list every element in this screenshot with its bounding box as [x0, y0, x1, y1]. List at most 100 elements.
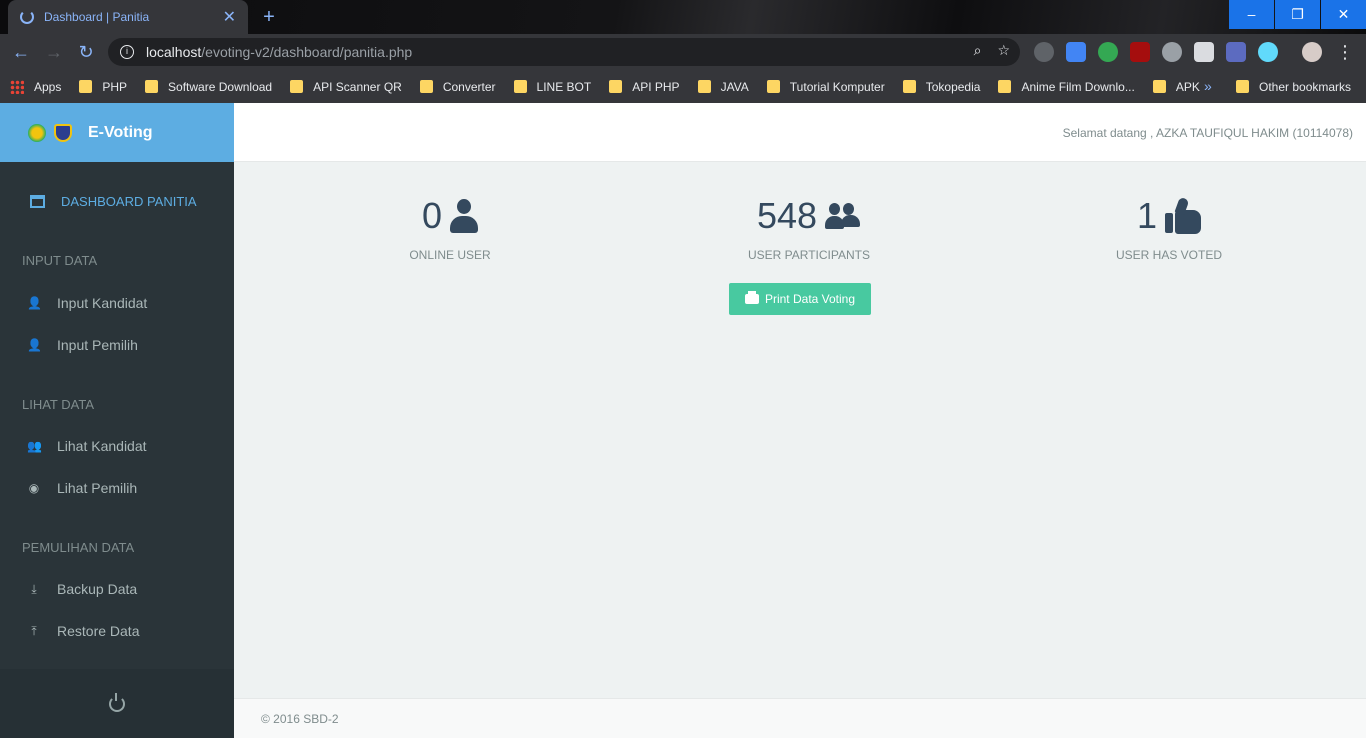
- close-window-button[interactable]: ✕: [1321, 0, 1366, 29]
- bookmark-label: API Scanner QR: [313, 79, 402, 94]
- sidebar-item-label: Input Pemilih: [57, 337, 138, 353]
- bookmark-item[interactable]: Converter: [419, 79, 496, 94]
- bookmark-item[interactable]: API Scanner QR: [290, 80, 402, 94]
- bookmark-item[interactable]: LINE BOT: [513, 79, 592, 94]
- section-title: INPUT DATA: [22, 253, 98, 268]
- folder-icon: [419, 80, 433, 93]
- bookmark-label: API PHP: [632, 79, 680, 94]
- stat-value: 1: [1136, 195, 1158, 236]
- folder-icon: [902, 80, 916, 93]
- close-tab-icon[interactable]: ✕: [223, 7, 236, 27]
- bookmark-item[interactable]: APK: [1152, 80, 1200, 94]
- bookmark-item[interactable]: Tokopedia: [902, 79, 981, 94]
- sidebar-item-input-kandidat[interactable]: 👤 Input Kandidat: [27, 295, 147, 311]
- extension-green-icon[interactable]: [1098, 42, 1118, 62]
- print-icon: [744, 291, 759, 304]
- profile-avatar[interactable]: [1302, 42, 1322, 62]
- sidebar-item-backup[interactable]: ⤓ Backup Data: [27, 581, 137, 597]
- bookmark-item[interactable]: PHP: [79, 80, 127, 94]
- folder-icon: [766, 80, 780, 93]
- folder-icon: [1236, 80, 1249, 93]
- menu-icon[interactable]: ⋮: [1334, 41, 1356, 63]
- bookmark-label: Anime Film Downlo...: [1021, 79, 1135, 94]
- user-icon: [450, 199, 479, 233]
- info-icon[interactable]: i: [120, 45, 134, 59]
- extension-web-icon[interactable]: [1162, 42, 1182, 62]
- upload-icon: ⤒: [31, 623, 37, 638]
- bookmark-apps[interactable]: Apps: [10, 79, 62, 94]
- folder-icon: [609, 80, 623, 93]
- forward-icon[interactable]: →: [43, 41, 65, 63]
- shield-logo-icon: [54, 123, 72, 142]
- stat-value: 0: [421, 195, 443, 236]
- tab-title: Dashboard | Panitia: [44, 10, 150, 24]
- bookmark-item[interactable]: Software Download: [145, 80, 272, 94]
- print-data-voting-button[interactable]: Print Data Voting: [729, 283, 871, 315]
- top-header: Selamat datang , AZKA TAUFIQUL HAKIM (10…: [234, 103, 1366, 162]
- section-title: LIHAT DATA: [22, 397, 94, 412]
- extension-ublock-icon[interactable]: [1130, 42, 1150, 62]
- sidebar-item-lihat-pemilih[interactable]: ◉ Lihat Pemilih: [27, 480, 137, 496]
- stat-label: ONLINE USER: [409, 248, 491, 262]
- sidebar-footer: [0, 669, 234, 738]
- minimize-button[interactable]: –: [1229, 0, 1274, 29]
- sidebar-item-label: Lihat Kandidat: [57, 438, 147, 454]
- stat-value: 548: [756, 195, 818, 236]
- users-icon: [825, 203, 861, 229]
- users-icon: 👥: [27, 439, 42, 453]
- button-label: Print Data Voting: [764, 292, 856, 306]
- thumbs-up-icon: [1165, 196, 1202, 234]
- folder-icon: [79, 80, 93, 93]
- page-footer: © 2016 SBD-2: [234, 698, 1366, 738]
- bookmark-label: Apps: [34, 79, 62, 94]
- bookmark-item[interactable]: JAVA: [697, 80, 749, 94]
- sidebar-item-label: DASHBOARD PANITIA: [61, 193, 197, 209]
- bookmark-label: Converter: [442, 79, 496, 94]
- reload-icon[interactable]: ↻: [75, 41, 97, 63]
- browser-tab[interactable]: Dashboard | Panitia ✕: [8, 0, 248, 34]
- maximize-button[interactable]: ❐: [1275, 0, 1320, 29]
- bookmark-label: Tokopedia: [925, 79, 981, 94]
- bookmarks-overflow-icon[interactable]: »: [1204, 78, 1212, 94]
- stat-online-user: 0 ONLINE USER: [330, 194, 570, 262]
- bookmark-item[interactable]: Tutorial Komputer: [766, 79, 885, 94]
- add-user-icon: 👤: [27, 296, 42, 310]
- address-bar[interactable]: i localhost /evoting-v2/dashboard/paniti…: [108, 38, 1020, 66]
- brand-title: E-Voting: [88, 123, 153, 141]
- power-icon[interactable]: [109, 692, 125, 712]
- url-host: localhost: [146, 44, 202, 60]
- sidebar-item-label: Input Kandidat: [57, 295, 148, 311]
- extension-react-icon[interactable]: [1258, 42, 1278, 62]
- bookmarks-bar: Apps PHP Software Download API Scanner QR Co…: [0, 70, 1366, 103]
- stat-label: USER HAS VOTED: [1115, 248, 1223, 262]
- bookmark-other[interactable]: Other bookmarks: [1236, 70, 1351, 103]
- add-user-icon: 👤: [27, 338, 42, 352]
- stat-user-has-voted: 1 USER HAS VOTED: [1049, 194, 1289, 262]
- download-icon: ⤓: [31, 581, 37, 596]
- extension-translate-icon[interactable]: [1066, 42, 1086, 62]
- sidebar-item-restore[interactable]: ⤒ Restore Data: [27, 623, 139, 639]
- apps-icon: [10, 79, 24, 94]
- bookmark-item[interactable]: API PHP: [609, 79, 680, 94]
- brand[interactable]: E-Voting: [0, 103, 234, 162]
- star-icon[interactable]: ☆: [997, 42, 1010, 59]
- extension-globe-icon[interactable]: [1034, 42, 1054, 62]
- welcome-text: Selamat datang , AZKA TAUFIQUL HAKIM (10…: [1062, 126, 1353, 140]
- sidebar-item-input-pemilih[interactable]: 👤 Input Pemilih: [27, 337, 138, 353]
- zoom-icon[interactable]: ⌕: [974, 42, 982, 59]
- sidebar-item-dashboard[interactable]: DASHBOARD PANITIA: [0, 186, 234, 216]
- folder-icon: [697, 80, 711, 93]
- section-title: PEMULIHAN DATA: [22, 540, 135, 555]
- folder-icon: [290, 80, 304, 93]
- bookmark-label: Tutorial Komputer: [789, 79, 885, 94]
- copyright-text: © 2016 SBD-2: [261, 712, 339, 726]
- extension-php-icon[interactable]: [1226, 42, 1246, 62]
- bookmark-item[interactable]: Anime Film Downlo...: [998, 79, 1135, 94]
- user-circle-icon: ◉: [28, 481, 40, 495]
- new-tab-icon[interactable]: +: [258, 6, 280, 28]
- folder-icon: [998, 80, 1012, 93]
- extension-pen-icon[interactable]: [1194, 42, 1214, 62]
- back-icon[interactable]: ←: [10, 41, 32, 63]
- bookmark-label: LINE BOT: [536, 79, 592, 94]
- sidebar-item-lihat-kandidat[interactable]: 👥 Lihat Kandidat: [27, 438, 147, 454]
